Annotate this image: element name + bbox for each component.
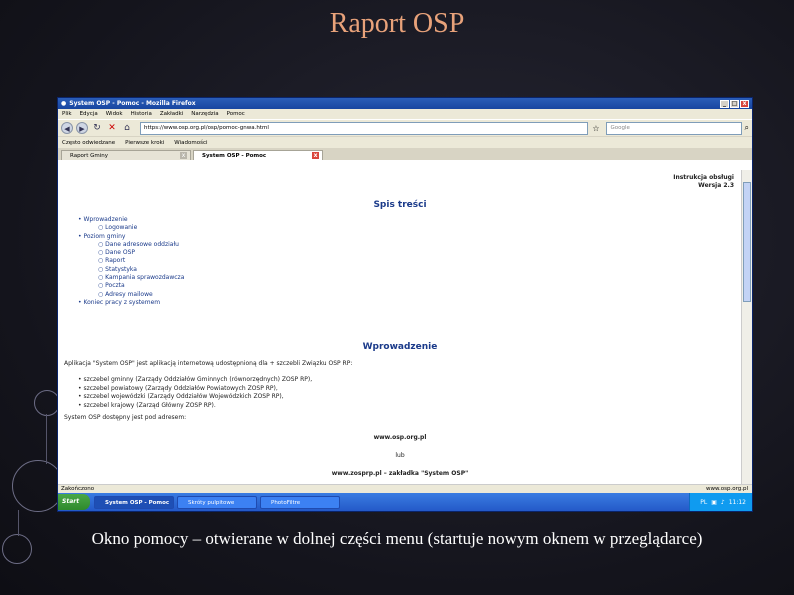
search-input[interactable]: Google [605,121,742,135]
status-bar: Zakończono www.osp.org.pl [58,484,752,493]
table-of-contents: • Wprowadzenie ○ Logowanie • Poziom gmin… [78,216,184,307]
forward-button[interactable]: ▶ [76,122,88,134]
home-icon[interactable]: ⌂ [121,122,133,134]
toc-item[interactable]: • Wprowadzenie [78,216,184,224]
tab-raport-gminy[interactable]: Raport Gminy x [61,150,191,160]
list-item: • szczebel gminny (Zarządy Oddziałów Gmi… [78,376,313,383]
status-text: Zakończono [61,486,95,492]
network-icon[interactable]: ▣ [711,499,717,506]
reload-icon[interactable]: ↻ [91,122,103,134]
or-text: lub [395,452,405,459]
scrollbar-thumb[interactable] [743,182,751,302]
stop-icon[interactable]: ✕ [106,122,118,134]
address-bar[interactable]: https://www.osp.org.pl/osp/pomoc-gnwa.ht… [140,121,589,135]
taskbar-item-shortcuts[interactable]: Skróty pulpitowe [177,495,257,509]
list-item: • szczebel powiatowy (Zarządy Oddziałów … [78,384,278,392]
toc-item[interactable]: ○ Statystyka [78,266,184,274]
navigation-toolbar: ◀ ▶ ↻ ✕ ⌂ https://www.osp.org.pl/osp/pom… [58,119,752,136]
browser-window: ● System OSP - Pomoc - Mozilla Firefox _… [57,97,753,512]
vertical-scrollbar[interactable] [741,170,752,490]
tab-system-osp-pomoc[interactable]: System OSP - Pomoc x [193,150,323,160]
available-text: System OSP dostępny jest pod adresem: [64,414,187,421]
bookmark-star-icon[interactable]: ☆ [592,124,599,133]
taskbar-item-photofiltre[interactable]: PhotoFiltre [260,495,340,509]
toc-item[interactable]: • Poziom gminy [78,233,184,241]
bookmarks-toolbar: Często odwiedzane Pierwsze kroki Wiadomo… [58,136,752,148]
search-icon[interactable]: ⌕ [745,123,749,133]
toc-heading: Spis treści [373,200,427,210]
menu-bar: Plik Edycja Widok Historia Zakładki Narz… [58,109,752,119]
levels-list: • szczebel gminny (Zarządy Oddziałów Gmi… [78,376,312,410]
decor-line [46,414,47,464]
tab-bar: Raport Gminy x System OSP - Pomoc x [58,148,752,160]
menu-bookmarks[interactable]: Zakładki [160,111,183,117]
toc-item[interactable]: ○ Kampania sprawozdawcza [78,274,184,282]
window-title: System OSP - Pomoc - Mozilla Firefox [69,100,196,107]
menu-history[interactable]: Historia [131,111,152,117]
menu-help[interactable]: Pomoc [227,111,245,117]
toc-item[interactable]: ○ Raport [78,257,184,265]
tab-label: Raport Gminy [70,153,108,159]
address-link[interactable]: www.osp.org.pl [58,434,742,441]
bookmark-most-visited[interactable]: Często odwiedzane [62,140,115,146]
minimize-button[interactable]: _ [720,99,729,108]
bookmark-getting-started[interactable]: Pierwsze kroki [125,140,164,146]
intro-heading: Wprowadzenie [362,342,438,352]
system-tray: PL ▣ ♪ 11:12 [689,493,752,511]
page-content: Instrukcja obsługi Wersja 2.3 Spis treśc… [58,170,742,490]
intro-text: Aplikacja "System OSP" jest aplikacją in… [64,360,353,367]
menu-view[interactable]: Widok [106,111,123,117]
menu-file[interactable]: Plik [62,111,72,117]
version-line: Wersja 2.3 [698,182,734,189]
list-item: • szczebel krajowy (Zarząd Główny ZOSP R… [78,401,216,409]
tab-label: System OSP - Pomoc [202,153,267,159]
taskbar: Start System OSP - Pomoc ... Skróty pulp… [58,493,752,511]
toc-item[interactable]: ○ Poczta [78,282,184,290]
close-button[interactable]: x [740,99,749,108]
volume-icon[interactable]: ♪ [721,499,725,506]
menu-edit[interactable]: Edycja [80,111,98,117]
version-line: Instrukcja obsługi [673,174,734,181]
taskbar-item-system-osp[interactable]: System OSP - Pomoc ... [94,495,174,509]
firefox-icon: ● [61,100,67,107]
language-indicator[interactable]: PL [700,499,707,506]
close-tab-icon[interactable]: x [312,152,319,159]
back-button[interactable]: ◀ [61,122,73,134]
bookmark-news[interactable]: Wiadomości [174,140,207,146]
maximize-button[interactable]: □ [730,99,739,108]
toc-item[interactable]: ○ Dane OSP [78,249,184,257]
slide-caption: Okno pomocy – otwierane w dolnej części … [91,529,703,548]
toc-item[interactable]: ○ Logowanie [78,224,184,232]
clock: 11:12 [728,498,746,506]
menu-tools[interactable]: Narzędzia [191,111,218,117]
slide-title: Raport OSP [329,8,465,39]
close-tab-icon[interactable]: x [180,152,187,159]
toc-item[interactable]: ○ Dane adresowe oddziału [78,241,184,249]
window-titlebar: ● System OSP - Pomoc - Mozilla Firefox _… [58,98,752,109]
toc-item[interactable]: ○ Adresy mailowe [78,291,184,299]
address-link[interactable]: www.zosprp.pl – zakładka "System OSP" [58,470,742,477]
version-info: Instrukcja obsługi Wersja 2.3 [673,174,734,190]
start-button[interactable]: Start [58,494,90,510]
toc-item[interactable]: • Koniec pracy z systemem [78,299,184,307]
list-item: • szczebel wojewódzki (Zarządy Oddziałów… [78,393,284,400]
